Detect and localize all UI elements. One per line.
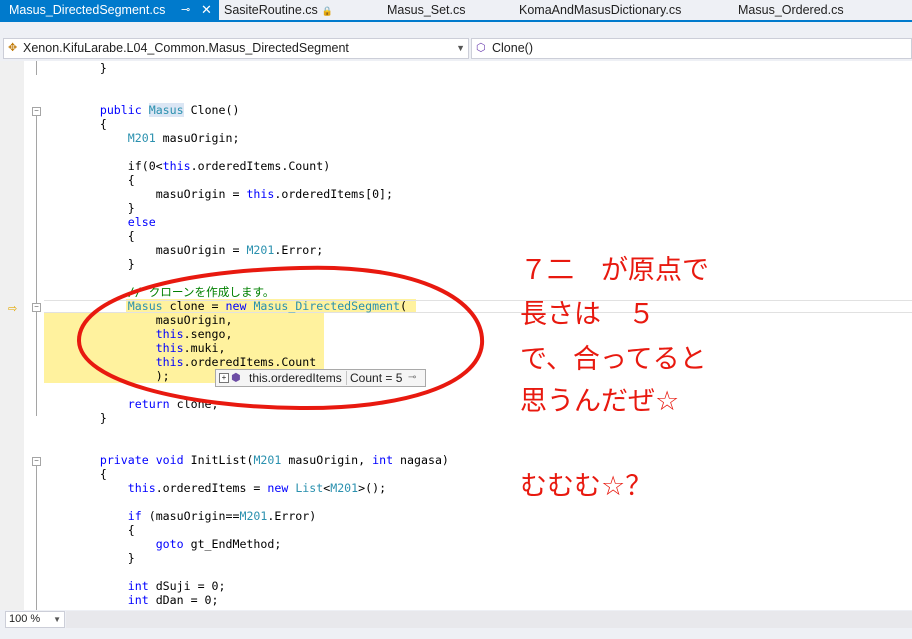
close-icon[interactable]: ✕ (201, 0, 212, 20)
code-line: } (99, 61, 107, 75)
code-line: { (127, 229, 135, 243)
chevron-down-icon[interactable]: ▼ (456, 39, 465, 58)
code-line: this.muki, (155, 341, 226, 355)
type-dropdown[interactable]: ✥ Xenon.KifuLarabe.L04_Common.Masus_Dire… (3, 38, 469, 59)
code-line: } (99, 411, 107, 425)
outlining-margin (24, 61, 44, 610)
code-line: this.sengo, (155, 327, 233, 341)
code-line: if (masuOrigin==M201.Error) (127, 509, 317, 523)
tab-label: Masus_DirectedSegment.cs (9, 3, 166, 17)
zoom-level: 100 % (9, 613, 41, 625)
code-line: { (127, 173, 135, 187)
code-line: else (127, 215, 156, 229)
code-line: } (127, 257, 135, 271)
navigation-bar: ✥ Xenon.KifuLarabe.L04_Common.Masus_Dire… (0, 22, 912, 61)
outline-guide (36, 116, 37, 416)
member-name: Clone() (492, 41, 533, 55)
document-tab-strip: Masus_DirectedSegment.cs ⊸ ✕ SasiteRouti… (0, 0, 912, 22)
horizontal-scrollbar[interactable] (66, 611, 912, 628)
code-line: this.orderedItems = new List<M201>(); (127, 481, 387, 495)
tab-masus-directedsegment[interactable]: Masus_DirectedSegment.cs ⊸ ✕ (0, 0, 219, 20)
code-line: masuOrigin = this.orderedItems[0]; (155, 187, 394, 201)
execution-arrow-icon: ⇨ (8, 303, 18, 315)
code-line: } (127, 551, 135, 565)
code-line: M201 masuOrigin; (127, 131, 240, 145)
tab-sasiteroutine[interactable]: SasiteRoutine.cs 🔒 (224, 0, 333, 20)
tab-label: SasiteRoutine.cs (224, 3, 318, 17)
code-line: masuOrigin, (155, 313, 233, 327)
code-line: return clone; (127, 397, 219, 411)
pin-icon[interactable]: ⊸ (181, 0, 190, 20)
annotation-line-3: で、合ってると (520, 344, 707, 375)
code-line: // クローンを作成します。 (127, 285, 275, 299)
class-icon: ✥ (8, 42, 18, 54)
lock-icon: 🔒 (321, 6, 334, 16)
chevron-down-icon[interactable]: ▼ (53, 612, 61, 627)
tab-label: KomaAndMasusDictionary.cs (519, 3, 682, 17)
code-line: masuOrigin = M201.Error; (155, 243, 324, 257)
code-line: } (127, 201, 135, 215)
zoom-dropdown[interactable]: 100 % ▼ (5, 611, 65, 628)
tab-masus-ordered[interactable]: Masus_Ordered.cs (738, 0, 844, 20)
outline-guide (36, 61, 37, 75)
code-line: Masus clone = new Masus_DirectedSegment( (127, 299, 408, 313)
pin-icon[interactable]: ⊸ (408, 370, 416, 386)
code-line: { (99, 117, 107, 131)
collapse-icon[interactable]: − (32, 303, 41, 312)
indicator-margin[interactable] (0, 61, 24, 610)
expand-icon[interactable]: + (219, 373, 229, 383)
annotation-line-2: 長さは ５ (520, 299, 655, 330)
code-line: int dDan = 0; (127, 593, 219, 607)
tab-masus-set[interactable]: Masus_Set.cs (387, 0, 466, 20)
code-line: if(0<this.orderedItems.Count) (127, 159, 331, 173)
member-dropdown[interactable]: ⬡ Clone() (471, 38, 912, 59)
type-path: Xenon.KifuLarabe.L04_Common.Masus_Direct… (23, 41, 349, 55)
code-editor[interactable]: − − − ⇨ } public Masus Clone() { M201 ma… (0, 61, 912, 610)
datatip-value: Count = 5 (350, 371, 403, 385)
code-line: int dSuji = 0; (127, 579, 226, 593)
outline-guide (36, 466, 37, 610)
code-line: this.orderedItems.Count (155, 355, 317, 369)
code-line: { (127, 523, 135, 537)
editor-bottom-bar: 100 % ▼ (0, 610, 912, 639)
collapse-icon[interactable]: − (32, 107, 41, 116)
datatip-expression: this.orderedItems (249, 371, 342, 385)
tab-label: Masus_Set.cs (387, 3, 466, 17)
object-icon: ⬢ (231, 372, 241, 384)
annotation-line-1: ７二 が原点で (520, 255, 709, 286)
code-line: { (99, 467, 107, 481)
tab-komaandmasusdictionary[interactable]: KomaAndMasusDictionary.cs (519, 0, 681, 20)
code-line: goto gt_EndMethod; (155, 537, 282, 551)
annotation-line-4: 思うんだぜ☆ (520, 386, 680, 417)
annotation-line-6: むむむ☆？ (520, 471, 653, 502)
code-line: private void InitList(M201 masuOrigin, i… (99, 453, 449, 467)
code-line: public Masus Clone() (99, 103, 240, 117)
tab-label: Masus_Ordered.cs (738, 3, 844, 17)
collapse-icon[interactable]: − (32, 457, 41, 466)
debugger-datatip[interactable]: + ⬢ this.orderedItems Count = 5 ⊸ (215, 369, 426, 387)
method-icon: ⬡ (476, 42, 486, 54)
source-code[interactable]: } public Masus Clone() { M201 masuOrigin… (44, 61, 449, 607)
